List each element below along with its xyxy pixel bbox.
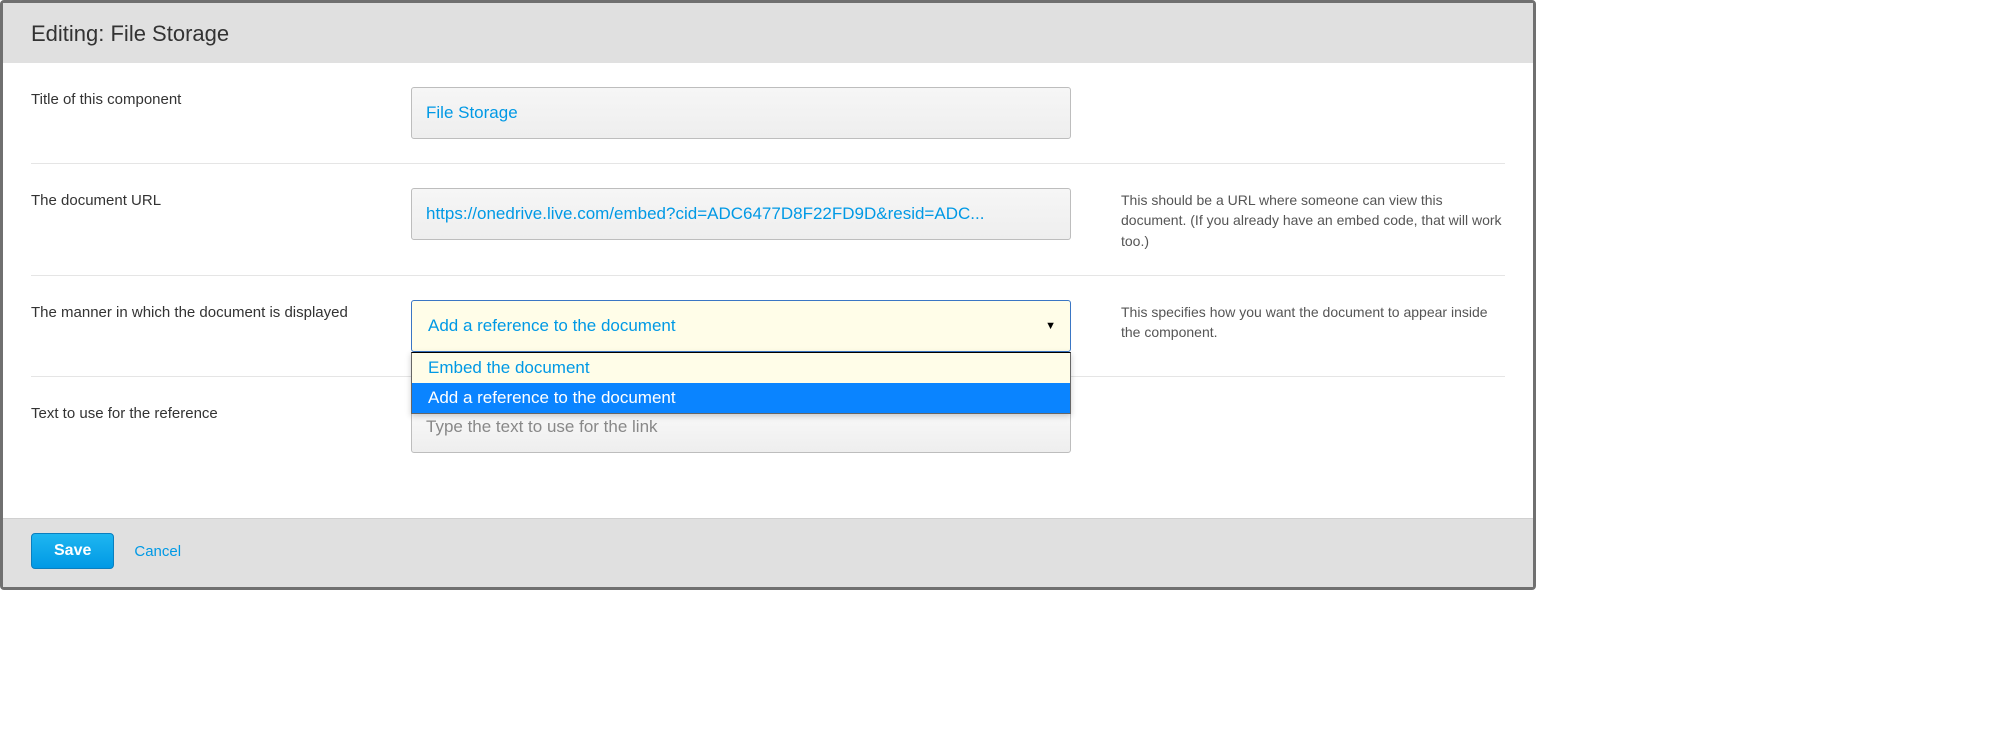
label-title: Title of this component [31, 87, 411, 108]
label-reference-text: Text to use for the reference [31, 401, 411, 422]
row-display-manner: The manner in which the document is disp… [31, 276, 1505, 377]
help-document-url: This should be a URL where someone can v… [1071, 188, 1505, 251]
cancel-link[interactable]: Cancel [134, 543, 181, 560]
dialog-title: Editing: File Storage [31, 21, 1505, 47]
help-reference-text [1071, 401, 1505, 403]
help-display-manner: This specifies how you want the document… [1071, 300, 1505, 343]
input-document-url[interactable] [411, 188, 1071, 240]
dialog-header: Editing: File Storage [3, 3, 1533, 63]
dropdown-option-reference[interactable]: Add a reference to the document [412, 383, 1070, 413]
row-document-url: The document URL This should be a URL wh… [31, 164, 1505, 276]
select-display-manner[interactable]: Add a reference to the document ▼ [411, 300, 1071, 352]
chevron-down-icon: ▼ [1045, 320, 1056, 332]
dropdown-option-embed[interactable]: Embed the document [412, 353, 1070, 383]
select-display-manner-value: Add a reference to the document [428, 316, 676, 336]
dialog-window: Editing: File Storage Title of this comp… [0, 0, 1536, 590]
input-component-title[interactable] [411, 87, 1071, 139]
row-title: Title of this component [31, 63, 1505, 164]
label-display-manner: The manner in which the document is disp… [31, 300, 411, 321]
dialog-body: Title of this component The document URL… [3, 63, 1533, 518]
label-document-url: The document URL [31, 188, 411, 209]
help-title [1071, 87, 1505, 89]
dropdown-display-manner: Embed the document Add a reference to th… [411, 352, 1071, 414]
dialog-footer: Save Cancel [3, 518, 1533, 587]
save-button[interactable]: Save [31, 533, 114, 569]
